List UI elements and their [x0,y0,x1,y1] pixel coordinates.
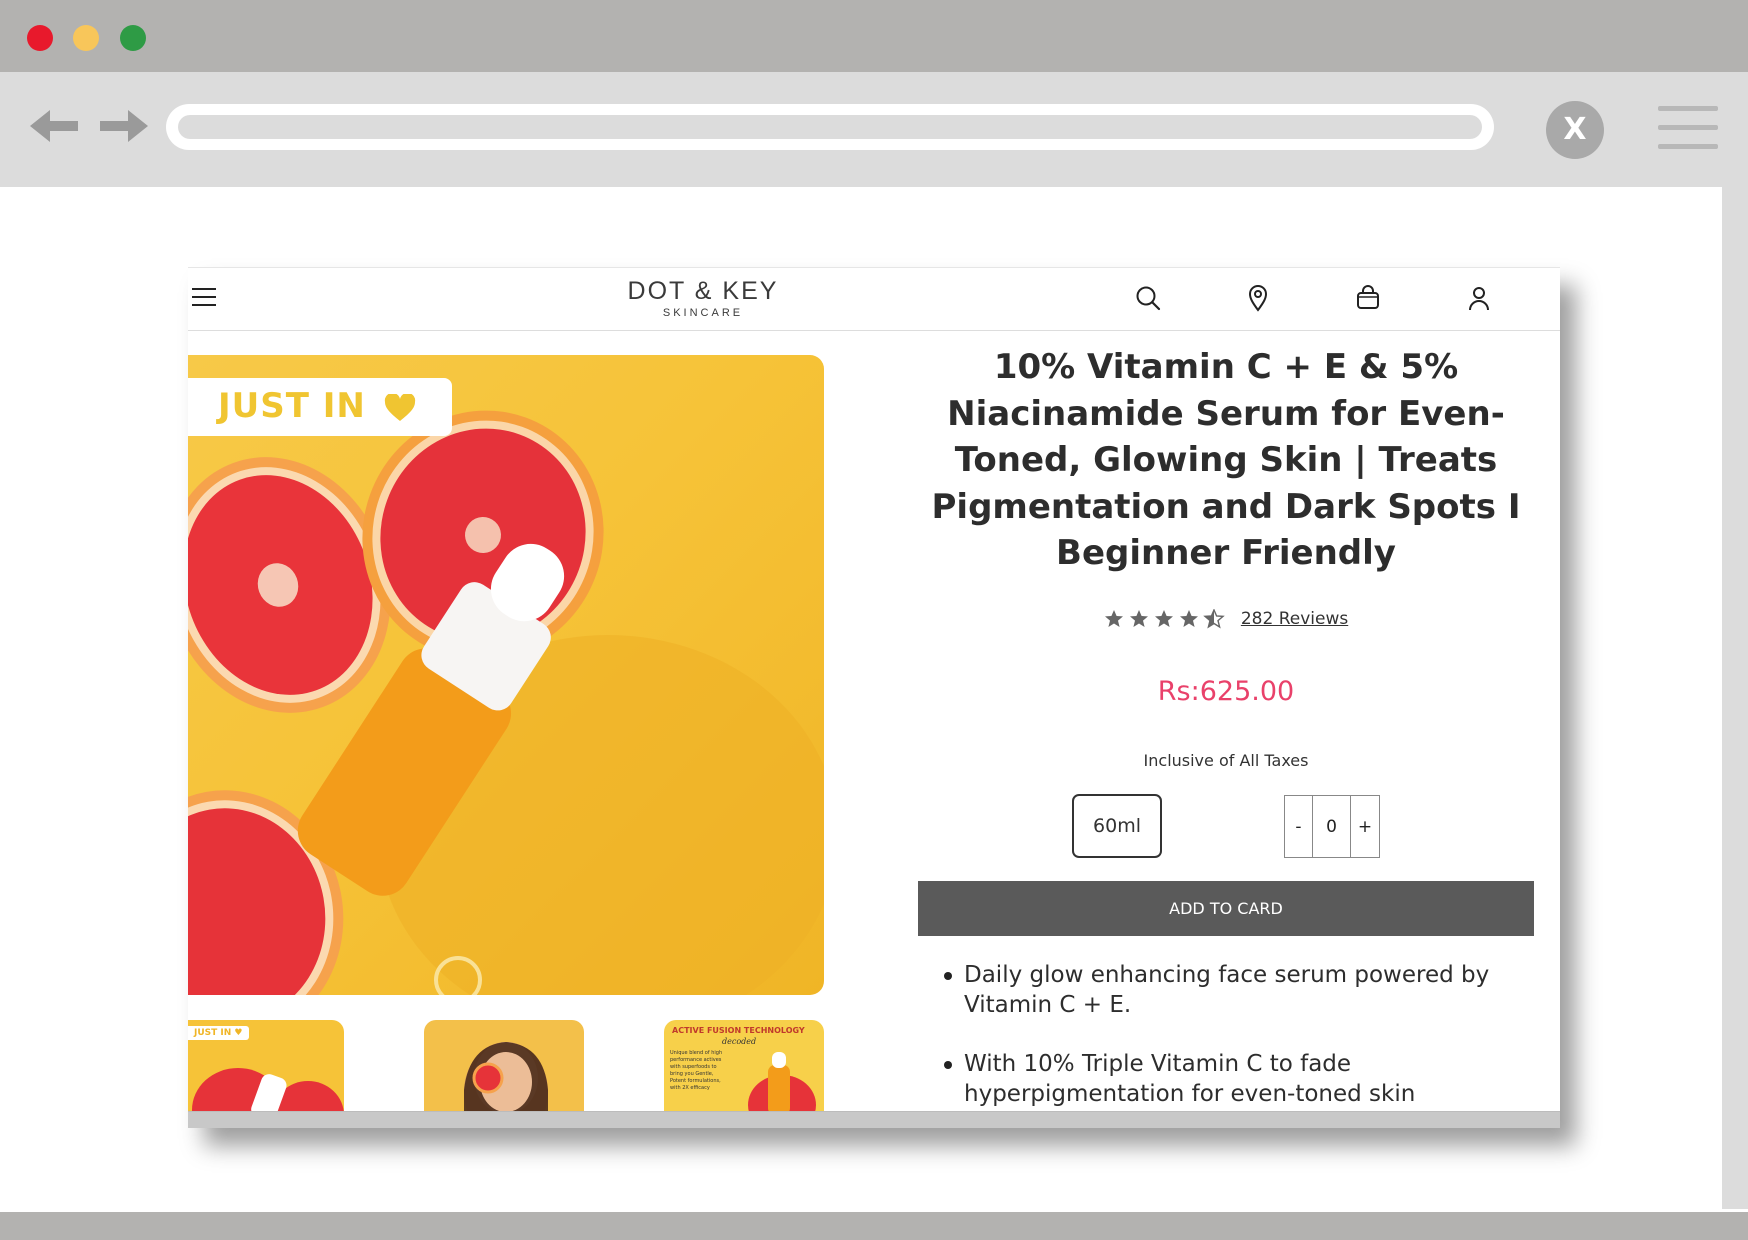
user-icon[interactable] [1464,283,1494,313]
address-bar-field[interactable] [178,115,1482,139]
just-in-badge: JUST IN [188,378,452,436]
quantity-input[interactable]: 0 [1313,796,1351,857]
location-pin-icon[interactable] [1243,283,1273,313]
logo-sub-text: SKINCARE [662,307,744,319]
minimize-window-dot[interactable] [73,25,99,51]
back-arrow-icon[interactable] [30,106,82,146]
star-rating-icon [1104,608,1225,629]
browser-vertical-scrollbar[interactable] [1722,187,1748,1209]
maximize-window-dot[interactable] [120,25,146,51]
product-page: DOT & KEY SKINCARE JUST IN JUST IN ♥ ACT… [188,267,1560,1128]
hamburger-icon[interactable] [192,288,216,308]
browser-bottom-bar [0,1212,1748,1240]
quantity-stepper: - 0 + [1284,795,1380,858]
forward-arrow-icon[interactable] [96,106,148,146]
thumbnail-strip: JUST IN ♥ ACTIVE FUSION TECHNOLOGY decod… [188,1020,824,1113]
thumbnail-1[interactable]: JUST IN ♥ [188,1020,344,1113]
shopping-bag-icon[interactable] [1353,283,1383,313]
logo-main-text: DOT & KEY [627,277,779,305]
page-horizontal-scrollbar[interactable] [188,1111,1560,1128]
browser-toolbar: X [0,72,1748,187]
product-title: 10% Vitamin C + E & 5% Niacinamide Serum… [931,347,1521,573]
product-photo-illustration [188,410,824,995]
rating-row: 282 Reviews [918,608,1534,634]
heart-icon [384,394,416,421]
size-option-60ml[interactable]: 60ml [1072,794,1162,858]
just-in-text: JUST IN [218,386,366,426]
thumbnail-2-illustration [464,1042,548,1113]
thumbnail-1-illustration [192,1068,344,1113]
list-item: Daily glow enhancing face serum powered … [940,960,1520,1020]
brand-logo[interactable]: DOT & KEY SKINCARE [618,276,788,326]
close-window-dot[interactable] [27,25,53,51]
thumbnail-3[interactable]: ACTIVE FUSION TECHNOLOGY decoded Unique … [664,1020,824,1113]
reviews-link[interactable]: 282 Reviews [1241,609,1348,629]
thumbnail-2[interactable] [424,1020,584,1113]
tax-note: Inclusive of All Taxes [1143,751,1309,770]
product-price: Rs:625.00 [1157,676,1295,707]
product-highlights: Daily glow enhancing face serum powered … [940,960,1520,1128]
add-to-cart-button[interactable]: ADD TO CARD [918,881,1534,936]
product-main-image[interactable]: JUST IN [188,355,824,995]
menu-icon[interactable] [1658,106,1718,150]
list-item: With 10% Triple Vitamin C to fade hyperp… [940,1049,1520,1109]
address-bar[interactable] [166,104,1494,150]
close-icon[interactable]: X [1546,101,1604,159]
site-header: DOT & KEY SKINCARE [188,268,1560,331]
search-icon[interactable] [1133,283,1163,313]
quantity-increase-button[interactable]: + [1351,796,1379,857]
window-titlebar [0,0,1748,72]
quantity-decrease-button[interactable]: - [1285,796,1313,857]
thumbnail-3-illustration [748,1052,816,1113]
